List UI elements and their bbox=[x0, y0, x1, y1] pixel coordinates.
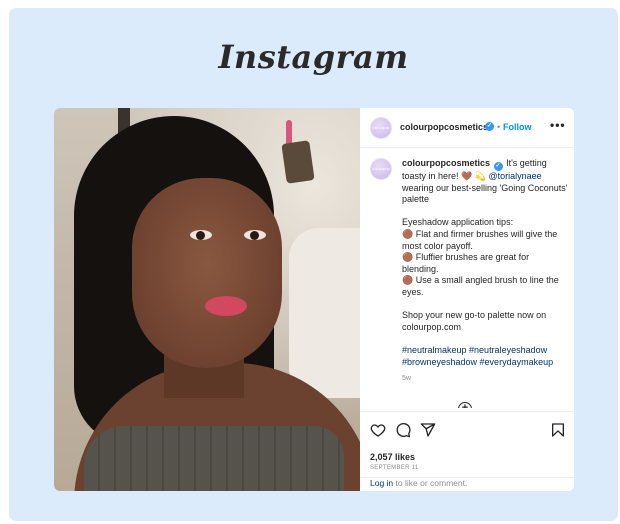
tip-item: 🟤 Flat and firmer brushes will give the … bbox=[402, 228, 558, 251]
post-date: SEPTEMBER 11 bbox=[370, 465, 419, 471]
caption-line1-rest: wearing our best-selling 'Going Coconuts… bbox=[402, 182, 568, 205]
share-icon[interactable] bbox=[420, 422, 436, 438]
verified-icon: ✓ bbox=[485, 122, 494, 131]
post-sidebar: colourpop colourpopcosmetics ✓ • Follow … bbox=[360, 108, 574, 491]
avatar[interactable]: colourpop bbox=[370, 117, 392, 139]
caption-avatar[interactable]: colourpop bbox=[370, 158, 392, 180]
caption-username[interactable]: colourpopcosmetics bbox=[402, 158, 490, 168]
more-options-icon[interactable]: ••• bbox=[550, 118, 566, 132]
heart-icon[interactable] bbox=[370, 422, 386, 438]
post-header: colourpop colourpopcosmetics ✓ • Follow … bbox=[360, 108, 574, 148]
tip-item: 🟤 Use a small angled brush to line the e… bbox=[402, 275, 559, 297]
caption-area: colourpop colourpopcosmetics ✓ It's gett… bbox=[360, 148, 574, 408]
caption: colourpopcosmetics ✓ It's getting toasty… bbox=[402, 158, 568, 385]
comment-icon[interactable] bbox=[395, 422, 411, 438]
separator-dot: • bbox=[497, 122, 501, 132]
plus-circle-icon[interactable]: + bbox=[458, 402, 472, 408]
action-bar bbox=[360, 411, 574, 438]
embed-frame: Instagram colourpop colourpopcosmetics ✓… bbox=[9, 8, 618, 521]
follow-button[interactable]: Follow bbox=[503, 122, 532, 132]
hashtags[interactable]: #neutralmakeup #neutraleyeshadow #browne… bbox=[402, 345, 568, 368]
mention-link[interactable]: @torialynaee bbox=[488, 171, 541, 181]
verified-icon: ✓ bbox=[493, 162, 503, 171]
time-ago: 5w bbox=[402, 375, 411, 383]
instagram-post: colourpop colourpopcosmetics ✓ • Follow … bbox=[54, 108, 574, 491]
bookmark-icon[interactable] bbox=[550, 422, 566, 438]
login-prompt: Log in to like or comment. bbox=[370, 478, 467, 488]
header-username[interactable]: colourpopcosmetics bbox=[400, 122, 488, 132]
instagram-logo: Instagram bbox=[218, 38, 409, 76]
login-text: to like or comment. bbox=[395, 478, 468, 488]
tips-header: Eyeshadow application tips: bbox=[402, 217, 514, 228]
login-link[interactable]: Log in bbox=[370, 478, 393, 488]
likes-count[interactable]: 2,057 likes bbox=[370, 452, 415, 462]
post-photo[interactable] bbox=[54, 108, 360, 491]
caption-cta: Shop your new go-to palette now on colou… bbox=[402, 310, 547, 332]
tip-item: 🟤 Fluffier brushes are great for blendin… bbox=[402, 252, 530, 274]
